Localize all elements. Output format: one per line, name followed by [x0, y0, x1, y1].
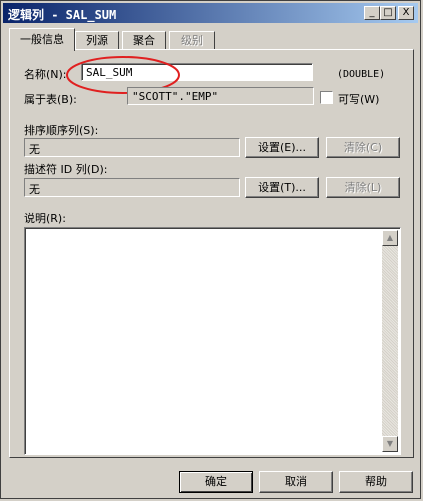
data-type-label: (DOUBLE) — [337, 69, 386, 80]
cancel-button[interactable]: 取消 — [259, 471, 333, 493]
writable-label[interactable]: 可写(W) — [338, 91, 379, 107]
descriptor-id-value: 无 — [29, 183, 40, 196]
table-label: 属于表(B): — [24, 93, 77, 106]
description-textarea[interactable]: ▲ ▼ — [24, 227, 401, 455]
description-label: 说明(R): — [24, 212, 66, 225]
description-scrollbar[interactable]: ▲ ▼ — [382, 230, 398, 452]
logical-column-dialog: 逻辑列 - SAL_SUM _ □ X 一般信息 列源 聚合 级别 名称(N):… — [0, 0, 421, 499]
ok-button[interactable]: 确定 — [179, 471, 253, 493]
tab-general[interactable]: 一般信息 — [9, 28, 75, 51]
minimize-button[interactable]: _ — [364, 6, 380, 20]
sort-set-button[interactable]: 设置(E)... — [245, 137, 319, 158]
descriptor-id-field: 无 — [24, 178, 240, 197]
sort-clear-button: 清除(C) — [326, 137, 400, 158]
maximize-button[interactable]: □ — [380, 6, 396, 20]
name-label: 名称(N): — [24, 68, 67, 81]
tab-levels: 级别 — [169, 31, 215, 50]
sort-order-field: 无 — [24, 138, 240, 157]
help-button[interactable]: 帮助 — [339, 471, 413, 493]
scroll-up-arrow-icon[interactable]: ▲ — [382, 230, 398, 246]
sort-order-value: 无 — [29, 143, 40, 156]
tab-column-source[interactable]: 列源 — [75, 31, 119, 50]
tab-aggregation[interactable]: 聚合 — [122, 31, 166, 50]
title-bar[interactable]: 逻辑列 - SAL_SUM _ □ X — [3, 3, 418, 23]
descriptor-id-label: 描述符 ID 列(D): — [24, 163, 108, 176]
close-button[interactable]: X — [398, 6, 414, 20]
writable-checkbox[interactable] — [320, 91, 333, 104]
sort-order-label: 排序顺序列(S): — [24, 124, 99, 137]
table-field: "SCOTT"."EMP" — [127, 87, 314, 105]
window-title: 逻辑列 - SAL_SUM — [8, 8, 117, 22]
descriptor-set-button[interactable]: 设置(T)... — [245, 177, 319, 198]
scroll-down-arrow-icon[interactable]: ▼ — [382, 436, 398, 452]
table-field-value: "SCOTT"."EMP" — [132, 90, 219, 103]
descriptor-clear-button: 清除(L) — [326, 177, 400, 198]
